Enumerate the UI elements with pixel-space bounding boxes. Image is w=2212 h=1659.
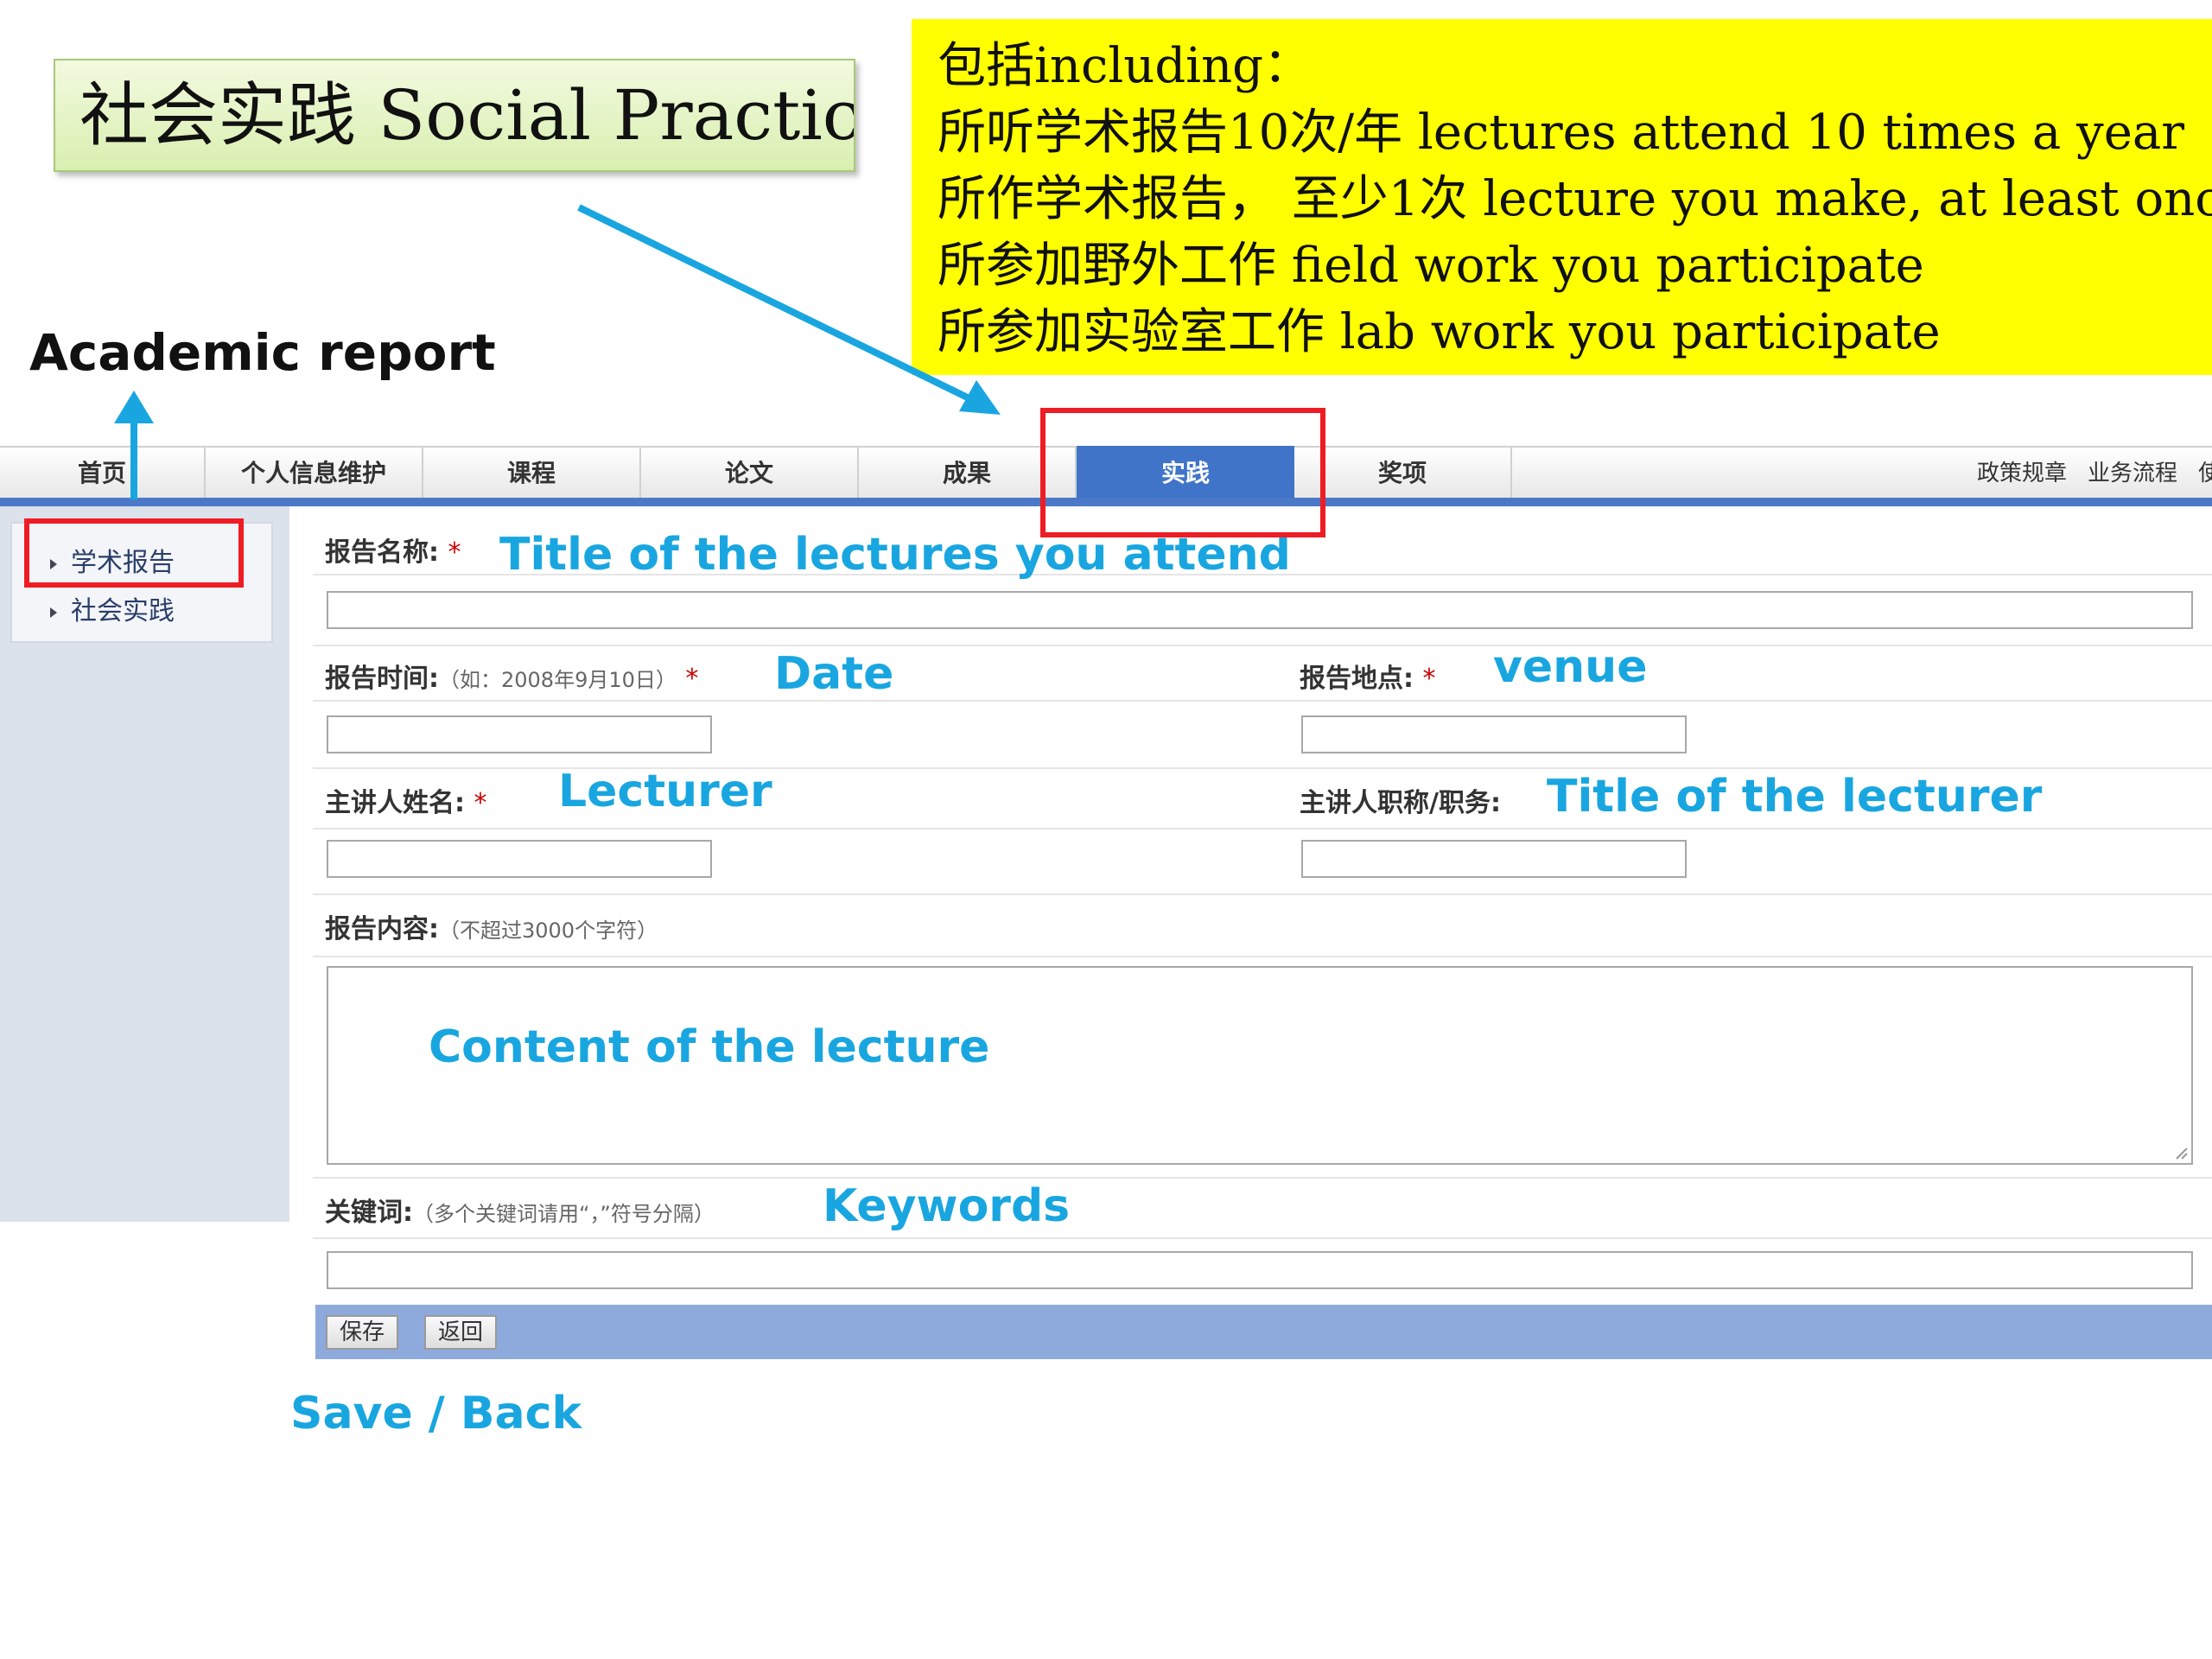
arrow-head-icon [114, 391, 154, 423]
annotation-arrows [114, 204, 1001, 499]
arrow-to-practice-tab [577, 204, 987, 410]
